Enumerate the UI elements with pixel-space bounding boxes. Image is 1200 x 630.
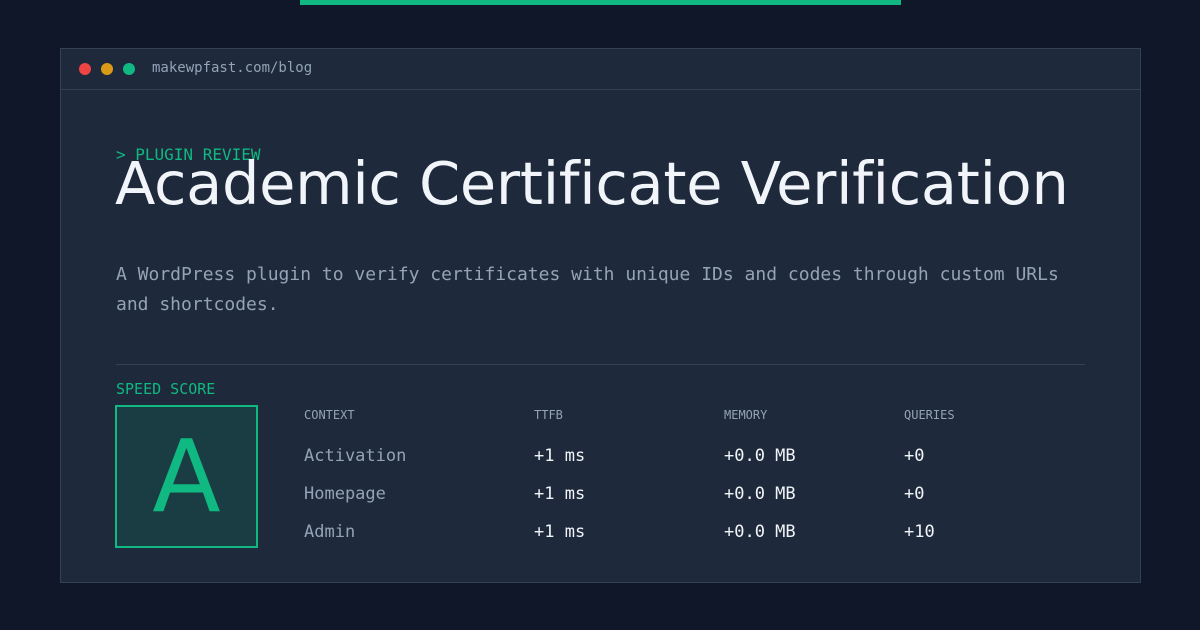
window-titlebar: makewpfast.com/blog xyxy=(61,49,1140,90)
column-header-queries: QUERIES xyxy=(904,408,955,422)
page-title: Academic Certificate Verification xyxy=(115,149,1069,218)
row-homepage-memory: +0.0 MB xyxy=(724,484,796,504)
close-window-button[interactable] xyxy=(79,63,91,75)
row-activation-ttfb: +1 ms xyxy=(534,446,586,466)
speed-score-label: SPEED SCORE xyxy=(116,380,216,398)
column-header-ttfb: TTFB xyxy=(534,408,563,422)
column-header-memory: MEMORY xyxy=(724,408,768,422)
speed-grade: A xyxy=(152,417,221,535)
row-admin-ttfb: +1 ms xyxy=(534,522,586,542)
accent-bar xyxy=(300,0,901,5)
row-activation-queries: +0 xyxy=(904,446,925,466)
article-description: A WordPress plugin to verify certificate… xyxy=(116,264,1059,315)
browser-window: makewpfast.com/blog > PLUGIN REVIEW Acad… xyxy=(60,48,1141,583)
row-activation-memory: +0.0 MB xyxy=(724,446,796,466)
row-homepage-queries: +0 xyxy=(904,484,925,504)
maximize-window-button[interactable] xyxy=(123,63,135,75)
speed-grade-badge: A xyxy=(115,405,258,548)
divider xyxy=(116,364,1085,365)
row-activation-context: Activation xyxy=(304,446,407,466)
address-url[interactable]: makewpfast.com/blog xyxy=(152,59,312,77)
row-homepage-ttfb: +1 ms xyxy=(534,484,586,504)
row-homepage-context: Homepage xyxy=(304,484,386,504)
minimize-window-button[interactable] xyxy=(101,63,113,75)
column-header-context: CONTEXT xyxy=(304,408,355,422)
row-admin-memory: +0.0 MB xyxy=(724,522,796,542)
row-admin-queries: +10 xyxy=(904,522,935,542)
row-admin-context: Admin xyxy=(304,522,356,542)
